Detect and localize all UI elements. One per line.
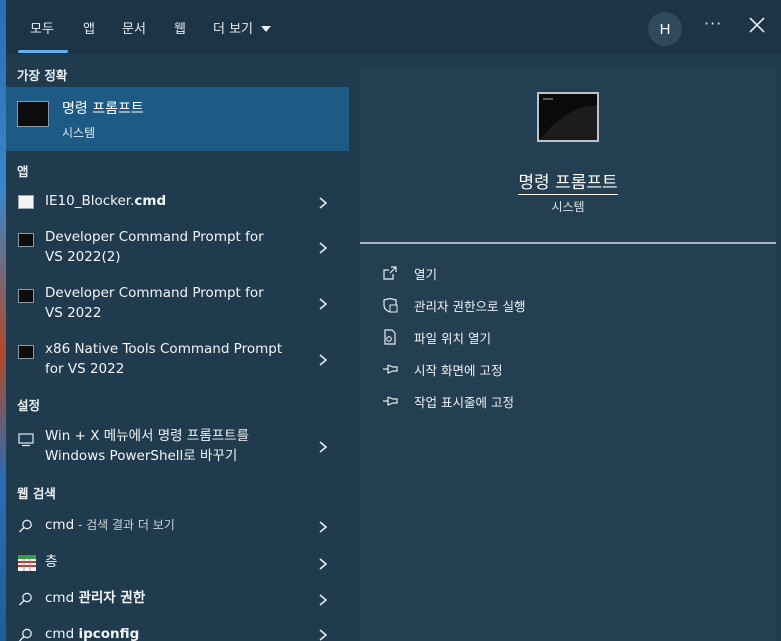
divider <box>360 242 776 244</box>
search-icon <box>19 519 32 533</box>
chevron-right-icon <box>319 629 328 641</box>
list-item-label: cmd ipconfig <box>45 625 305 641</box>
action-label: 관리자 권한으로 실행 <box>414 299 526 314</box>
preview-title[interactable]: 명령 프롬프트 <box>360 168 776 195</box>
search-topbar: 모두 앱 문서 웹 더 보기 H ··· <box>6 0 781 54</box>
more-options-icon[interactable]: ··· <box>704 14 722 33</box>
list-item-subtext: - 검색 결과 더 보기 <box>74 518 175 532</box>
section-best-match: 가장 정확 <box>17 68 68 83</box>
pin-icon <box>383 364 398 374</box>
list-item-label: cmd 관리자 권한 <box>45 589 305 609</box>
console-graphic <box>539 98 597 140</box>
action-label: 열기 <box>414 267 438 282</box>
list-item-label: x86 Native Tools Command Prompt for VS 20… <box>45 340 305 379</box>
pin-icon <box>383 396 398 406</box>
list-item-highlight: 관리자 권한 <box>78 590 146 606</box>
chevron-right-icon <box>319 521 328 533</box>
list-item-text: Win + X 메뉴에서 명령 프롬프트를 <box>45 428 249 444</box>
grid-icon <box>18 555 36 571</box>
list-item-label: Win + X 메뉴에서 명령 프롬프트를 Windows PowerShell로… <box>45 427 315 466</box>
list-item-text: 층 <box>45 554 58 570</box>
active-tab-indicator <box>18 50 68 53</box>
list-item[interactable]: 층 <box>6 548 349 578</box>
list-item-highlight: cmd <box>134 193 167 209</box>
list-item-label: Developer Command Prompt for VS 2022 <box>45 284 305 323</box>
command-prompt-icon <box>18 289 34 303</box>
list-item-text-line2: Windows PowerShell로 바꾸기 <box>45 447 238 464</box>
monitor-icon <box>18 433 34 447</box>
action-label: 작업 표시줄에 고정 <box>414 395 514 410</box>
tab-documents[interactable]: 문서 <box>122 18 146 37</box>
tab-more-label: 더 보기 <box>213 22 254 37</box>
best-match-title: 명령 프롬프트 <box>62 101 144 117</box>
best-match-subtitle: 시스템 <box>62 126 96 140</box>
tab-all[interactable]: 모두 <box>30 18 54 37</box>
tab-more[interactable]: 더 보기 <box>213 18 272 37</box>
list-item-text-line2: VS 2022 <box>45 304 102 321</box>
list-item-highlight: ipconfig <box>78 626 140 641</box>
preview-panel: 명령 프롬프트 시스템 열기 관리자 권한으로 실행 파일 위치 열기 시작 화… <box>360 68 776 641</box>
section-settings: 설정 <box>17 398 41 413</box>
list-item-text-line2: for VS 2022 <box>45 360 125 377</box>
tab-web[interactable]: 웹 <box>174 18 186 37</box>
list-item-text: cmd <box>45 626 79 641</box>
list-item[interactable]: cmd 관리자 권한 <box>6 584 349 614</box>
list-item-text: x86 Native Tools Command Prompt <box>45 341 283 357</box>
list-item[interactable]: IE10_Blocker.cmd <box>6 188 349 218</box>
list-item-text: Developer Command Prompt for <box>45 285 264 301</box>
results-panel: 가장 정확 명령 프롬프트 시스템 앱 IE10_Blocker.cmd Dev… <box>6 54 349 641</box>
list-item-label: cmd - 검색 결과 더 보기 <box>45 516 305 536</box>
action-label: 파일 위치 열기 <box>414 331 491 346</box>
action-label: 시작 화면에 고정 <box>414 363 503 378</box>
file-icon <box>18 195 34 209</box>
list-item-label: IE10_Blocker.cmd <box>45 192 305 212</box>
search-window: 모두 앱 문서 웹 더 보기 H ··· 가장 정확 명령 프롬프트 시스템 앱… <box>6 0 781 641</box>
chevron-right-icon <box>319 242 328 254</box>
close-icon[interactable] <box>746 14 768 36</box>
list-item-text: IE10_Blocker. <box>45 193 135 209</box>
chevron-right-icon <box>319 594 328 606</box>
chevron-right-icon <box>319 558 328 570</box>
file-location-icon <box>384 329 396 345</box>
best-match-item[interactable]: 명령 프롬프트 시스템 <box>6 87 349 151</box>
list-item[interactable]: Developer Command Prompt for VS 2022(2) <box>6 226 349 270</box>
list-item[interactable]: Developer Command Prompt for VS 2022 <box>6 282 349 326</box>
preview-subtitle: 시스템 <box>551 200 585 214</box>
command-prompt-icon <box>18 233 34 247</box>
preview-title-text: 명령 프롬프트 <box>518 173 618 195</box>
command-prompt-icon <box>537 92 599 142</box>
list-item-label: Developer Command Prompt for VS 2022(2) <box>45 228 305 267</box>
list-item[interactable]: cmd - 검색 결과 더 보기 <box>6 511 349 541</box>
avatar-initial: H <box>659 20 671 38</box>
open-icon <box>383 266 397 280</box>
chevron-down-icon <box>261 26 272 32</box>
chevron-right-icon <box>319 441 328 453</box>
list-item[interactable]: Win + X 메뉴에서 명령 프롬프트를 Windows PowerShell로… <box>6 425 349 469</box>
command-prompt-icon <box>18 345 34 359</box>
search-icon <box>19 628 32 641</box>
search-icon <box>19 592 32 606</box>
section-web-search: 웹 검색 <box>17 486 56 501</box>
list-item-text: Developer Command Prompt for <box>45 229 264 245</box>
list-item-text-line2: VS 2022(2) <box>45 248 121 265</box>
list-item[interactable]: cmd ipconfig <box>6 620 349 641</box>
avatar[interactable]: H <box>648 12 682 46</box>
section-apps: 앱 <box>17 164 29 179</box>
chevron-right-icon <box>319 197 328 209</box>
tab-apps[interactable]: 앱 <box>83 18 95 37</box>
list-item-text: cmd <box>45 590 79 606</box>
command-prompt-icon <box>17 101 49 127</box>
list-item[interactable]: x86 Native Tools Command Prompt for VS 20… <box>6 338 349 382</box>
list-item-label: 층 <box>45 553 305 573</box>
list-item-text: cmd <box>45 517 75 533</box>
chevron-right-icon <box>319 298 328 310</box>
shield-icon <box>383 297 398 313</box>
chevron-right-icon <box>319 354 328 366</box>
